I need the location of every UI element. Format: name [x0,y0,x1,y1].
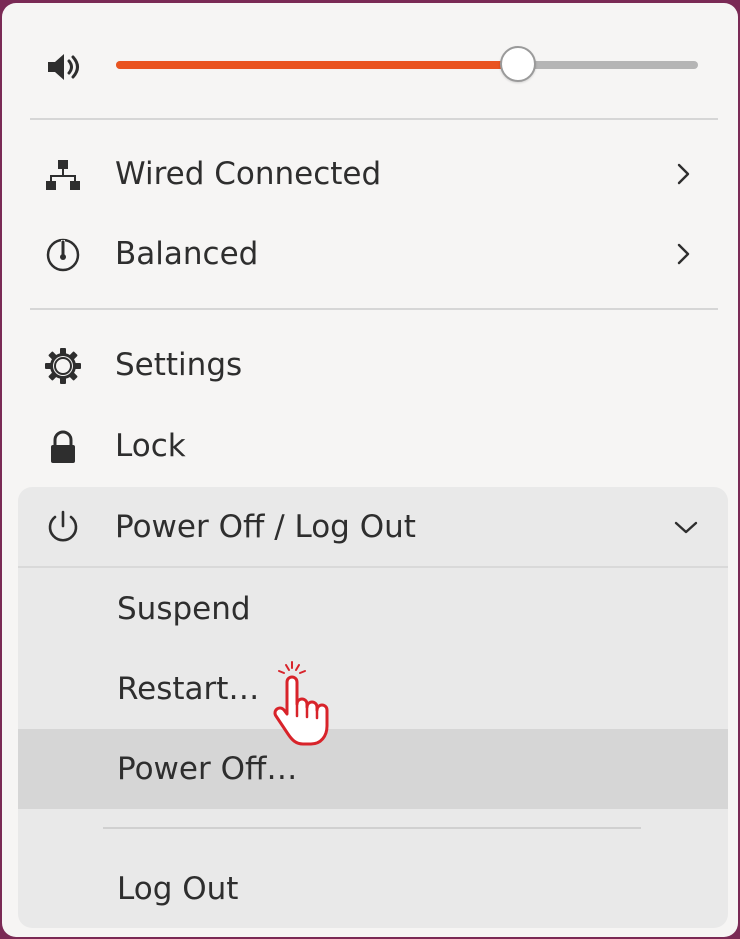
separator [30,118,718,120]
suspend-label: Suspend [117,591,251,627]
gear-icon [45,348,81,384]
volume-slider-fill [116,61,518,69]
chevron-right-icon [677,163,690,185]
volume-slider-knob[interactable] [499,46,536,82]
chevron-right-icon [677,243,690,265]
system-menu: Wired Connected Balanced Settings Lock P… [2,3,738,937]
settings-item[interactable]: Settings [18,325,728,405]
separator [30,308,718,310]
power-menu-label: Power Off / Log Out [115,509,416,545]
network-item[interactable]: Wired Connected [18,134,728,214]
network-icon [46,160,80,190]
power-submenu: Power Off / Log Out Suspend Restart… Pow… [18,487,728,928]
hand-cursor-icon [273,661,329,746]
power-menu-toggle[interactable]: Power Off / Log Out [18,487,728,567]
power-icon [48,510,78,542]
suspend-item[interactable]: Suspend [18,569,728,649]
separator [18,566,728,568]
separator [103,827,641,829]
speaker-icon[interactable] [46,52,82,82]
log-out-label: Log Out [117,871,239,907]
power-mode-item[interactable]: Balanced [18,214,728,294]
power-mode-label: Balanced [115,236,259,272]
network-label: Wired Connected [115,156,382,192]
power-mode-icon [46,238,80,272]
restart-label: Restart… [117,671,260,707]
log-out-item[interactable]: Log Out [18,849,728,928]
power-off-item[interactable]: Power Off… [18,729,728,809]
restart-item[interactable]: Restart… [18,649,728,729]
settings-label: Settings [115,347,243,383]
lock-item[interactable]: Lock [18,406,728,486]
lock-icon [51,430,75,463]
volume-slider[interactable] [116,46,698,82]
chevron-down-icon [674,521,698,534]
lock-label: Lock [115,428,186,464]
